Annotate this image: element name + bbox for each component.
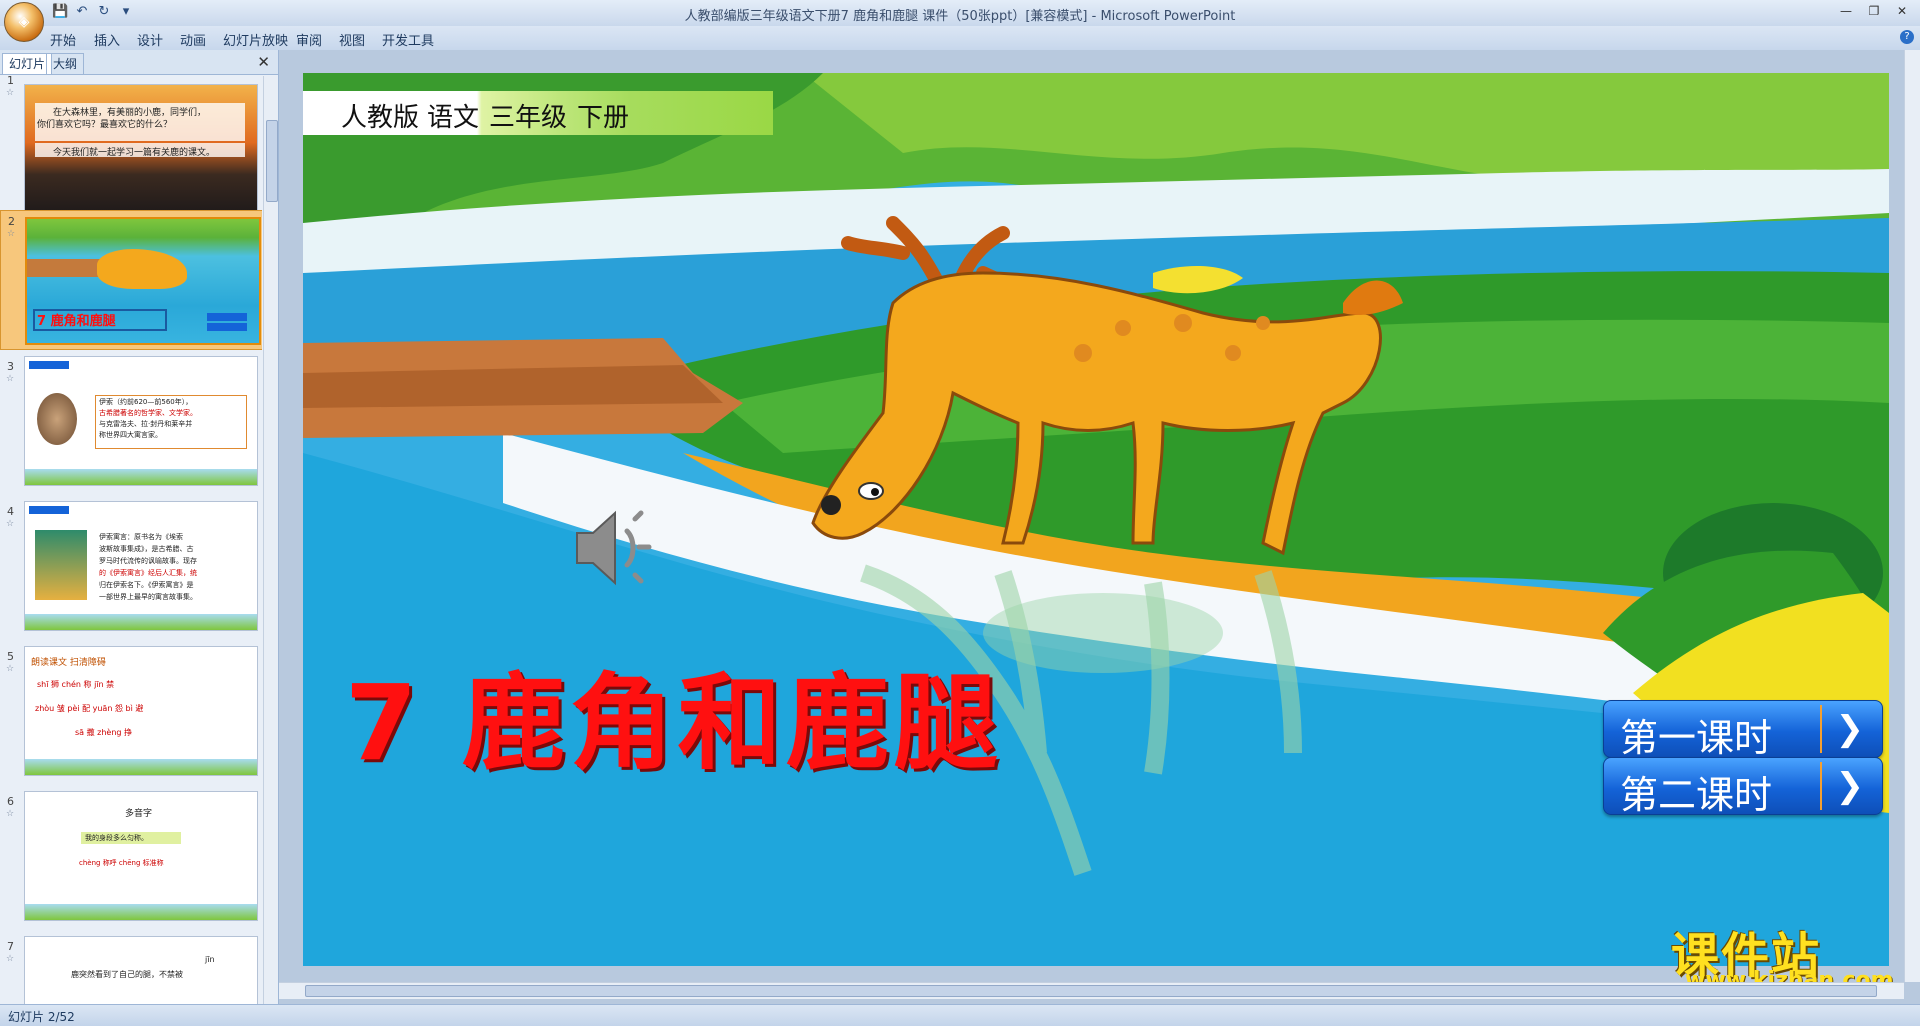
publisher-label: 人教版 [341,103,420,133]
thumbnail-text: 归在伊索名下。《伊索寓言》是 [99,581,194,589]
title-bar: 💾 ↶ ↻ ▾ 人教部编版三年级语文下册7 鹿角和鹿腿 课件（50张ppt）[兼… [0,0,1920,26]
slide-editor: 人教版 语文 三年级 下册 7 鹿角和鹿腿 第一课时 ❯ 第二课时 ❯ 课件站 … [279,50,1920,1004]
thumbnail-text: jīn [205,955,215,964]
thumbnail-slide-7[interactable]: 7 ☆ jīn 鹿突然看到了自己的腿，不禁被 [0,936,262,1004]
first-lesson-label: 第一课时 [1620,716,1773,760]
thumbnail-text: 我的身段多么匀称。 [85,834,148,842]
first-lesson-button[interactable]: 第一课时 ❯ [1603,700,1883,760]
status-bar: 幻灯片 2/52 [0,1004,1920,1026]
thumbnail-slide-2[interactable]: 2 ☆ 7 鹿角和鹿腿 [0,210,262,350]
thumbnail-slide-3[interactable]: 3 ☆ 伊索（约前620—前560年）， 古希腊著名的哲学家、文学家。 与克雷洛… [0,356,262,496]
thumbnail-number: 5 [7,650,14,663]
tab-slides[interactable]: 幻灯片 [2,53,53,74]
thumbnail-number: 4 [7,505,14,518]
thumbnail-text: 多音字 [125,809,153,819]
thumbnail-image: 伊索（约前620—前560年）， 古希腊著名的哲学家、文学家。 与克雷洛夫、拉·… [24,356,258,486]
thumbnail-text: 罗马时代流传的讽喻故事。现存 [99,557,197,565]
thumbnail-text: 古希腊著名的哲学家、文学家。 [99,409,197,417]
thumbnail-number: 3 [7,360,14,373]
thumbnail-text: 与克雷洛夫、拉·封丹和莱辛并 [99,420,193,428]
thumbnail-text: sā 撒 zhèng 挣 [75,728,133,737]
thumbnail-text: 7 鹿角和鹿腿 [37,314,116,329]
transition-icon: ☆ [6,664,15,674]
thumbnail-text: 称世界四大寓言家。 [99,431,162,439]
volume-label: 下册 [577,103,630,133]
thumbnail-text: 波斯故事集成》，是古希腊、古 [99,545,194,553]
thumbnail-text: shī 狮 chén 称 jīn 禁 [37,680,115,689]
thumbnail-image: 伊索寓言：原书名为《埃索 波斯故事集成》，是古希腊、古 罗马时代流传的讽喻故事。… [24,501,258,631]
tab-review[interactable]: 审阅 [296,30,322,49]
panel-tabs: 幻灯片 大纲 ✕ [0,50,278,75]
transition-icon: ☆ [7,229,16,239]
editor-horizontal-scrollbar[interactable] [279,982,1904,999]
tab-view[interactable]: 视图 [339,30,365,49]
transition-icon: ☆ [6,519,15,529]
thumbnail-text: 的《伊索寓言》经后人汇集，统 [99,569,197,577]
thumbnail-slide-6[interactable]: 6 ☆ 多音字 我的身段多么匀称。 chèng 称呼 chēng 标准称 [0,791,262,931]
thumbnail-number: 7 [7,940,14,953]
tab-home[interactable]: 开始 [50,30,76,49]
thumbnail-text: chèng 称呼 chēng 标准称 [79,859,164,867]
thumbnail-text: 今天我们就一起学习一篇有关鹿的课文。 [53,148,216,158]
editor-vertical-scrollbar[interactable] [1904,50,1920,982]
chevron-right-icon: ❯ [1835,766,1865,806]
transition-icon: ☆ [6,374,15,384]
slide-counter: 幻灯片 2/52 [8,1010,75,1024]
minimize-button[interactable]: — [1832,2,1860,20]
help-icon[interactable]: ? [1900,30,1914,44]
transition-icon: ☆ [6,954,15,964]
thumbnail-number: 2 [8,215,15,228]
thumbnail-text: 伊索（约前620—前560年）， [99,398,193,406]
thumbnail-image: jīn 鹿突然看到了自己的腿，不禁被 [24,936,258,1004]
office-logo-icon: ◈ [18,14,30,30]
slide-canvas[interactable]: 人教版 语文 三年级 下册 7 鹿角和鹿腿 第一课时 ❯ 第二课时 ❯ [303,73,1889,966]
tab-insert[interactable]: 插入 [94,30,120,49]
office-button[interactable]: ◈ [4,2,44,42]
button-divider [1820,705,1822,753]
slide-background-illustration [303,73,1889,966]
tab-design[interactable]: 设计 [137,30,163,49]
speaker-icon[interactable] [571,503,661,593]
thumbnail-scrollbar[interactable] [263,76,278,1004]
slide-title[interactable]: 7 鹿角和鹿腿 [345,638,1002,789]
tab-slideshow[interactable]: 幻灯片放映 [223,30,288,49]
thumbnail-number: 1 [7,76,14,87]
window-controls: — ❐ ✕ [1832,2,1916,20]
tab-animations[interactable]: 动画 [180,30,206,49]
thumbnail-number: 6 [7,795,14,808]
window-title: 人教部编版三年级语文下册7 鹿角和鹿腿 课件（50张ppt）[兼容模式] - M… [684,9,1236,24]
scroll-thumb[interactable] [266,120,278,202]
close-button[interactable]: ✕ [1888,2,1916,20]
chevron-right-icon: ❯ [1835,709,1865,749]
thumbnail-image: 7 鹿角和鹿腿 [25,217,261,345]
second-lesson-label: 第二课时 [1620,773,1773,817]
thumbnail-slide-4[interactable]: 4 ☆ 伊索寓言：原书名为《埃索 波斯故事集成》，是古希腊、古 罗马时代流传的讽… [0,501,262,641]
scroll-thumb[interactable] [305,985,1877,997]
thumbnail-image: 朗读课文 扫清障碍 shī 狮 chén 称 jīn 禁 zhòu 皱 pèi … [24,646,258,776]
thumbnail-text: 朗读课文 扫清障碍 [31,658,106,668]
thumbnail-text: zhòu 皱 pèi 配 yuān 怨 bì 避 [35,704,144,713]
slides-panel: 幻灯片 大纲 ✕ 1 ☆ 在大森林里，有美丽的小鹿，同学们， 你们喜欢它吗？最喜… [0,50,279,1004]
button-divider [1820,762,1822,810]
subject-label: 语文 [427,103,480,133]
thumbnail-list: 1 ☆ 在大森林里，有美丽的小鹿，同学们， 你们喜欢它吗？最喜欢它的什么？ 今天… [0,76,262,1004]
slide-header: 人教版 语文 三年级 下册 [303,91,773,135]
transition-icon: ☆ [6,809,15,819]
thumbnail-image: 在大森林里，有美丽的小鹿，同学们， 你们喜欢它吗？最喜欢它的什么？ 今天我们就一… [24,84,258,214]
thumbnail-slide-1[interactable]: 1 ☆ 在大森林里，有美丽的小鹿，同学们， 你们喜欢它吗？最喜欢它的什么？ 今天… [0,76,262,214]
thumbnail-slide-5[interactable]: 5 ☆ 朗读课文 扫清障碍 shī 狮 chén 称 jīn 禁 zhòu 皱 … [0,646,262,786]
transition-icon: ☆ [6,88,15,98]
thumbnail-text: 伊索寓言：原书名为《埃索 [99,533,183,541]
thumbnail-text: 鹿突然看到了自己的腿，不禁被 [71,970,183,979]
tab-outline[interactable]: 大纲 [46,53,85,74]
thumbnail-text: 一部世界上最早的寓言故事集。 [99,593,197,601]
thumbnail-text: 你们喜欢它吗？最喜欢它的什么？ [37,120,173,130]
ribbon-tabs: 开始 插入 设计 动画 幻灯片放映 审阅 视图 开发工具 ? [0,26,1920,51]
maximize-button[interactable]: ❐ [1860,2,1888,20]
thumbnail-image: 多音字 我的身段多么匀称。 chèng 称呼 chēng 标准称 [24,791,258,921]
grade-label: 三年级 [489,103,568,133]
tab-developer[interactable]: 开发工具 [382,30,434,49]
second-lesson-button[interactable]: 第二课时 ❯ [1603,757,1883,817]
close-panel-icon[interactable]: ✕ [257,53,270,71]
